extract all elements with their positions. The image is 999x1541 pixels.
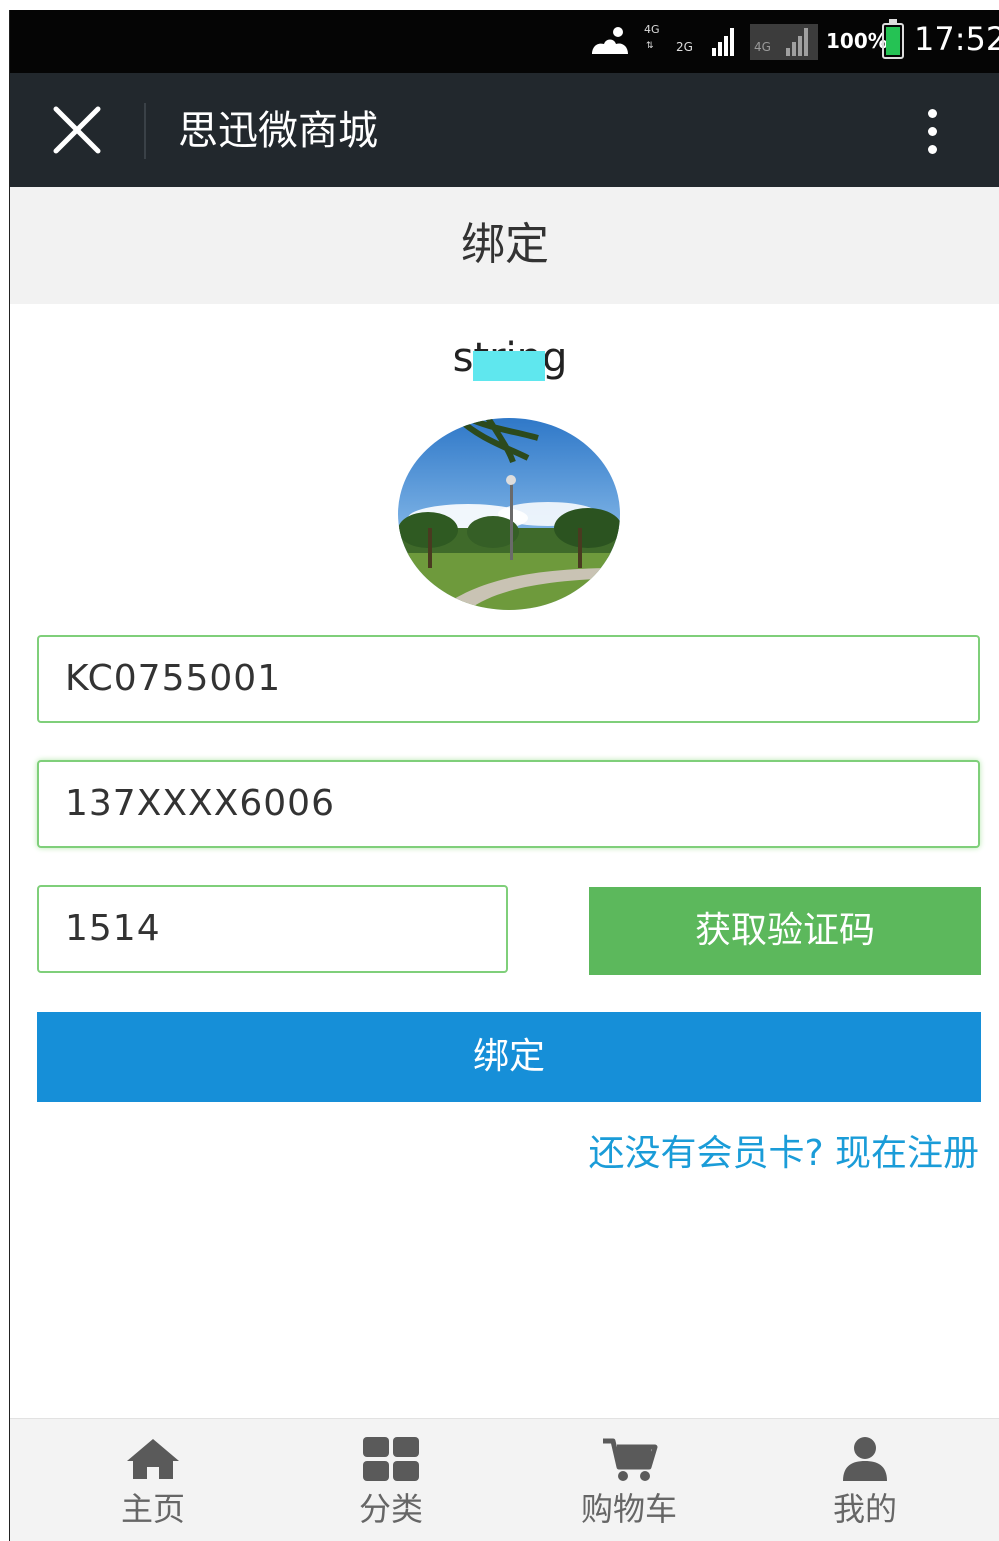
verification-code-input[interactable]: 1514 <box>37 885 508 973</box>
app-header: 思迅微商城 <box>10 73 999 187</box>
home-icon <box>127 1439 179 1479</box>
grid-icon <box>363 1437 419 1481</box>
bind-button[interactable]: 绑定 <box>37 1012 981 1102</box>
network-indicator: 4G ⇅ <box>642 24 666 60</box>
register-link[interactable]: 还没有会员卡? 现在注册 <box>588 1128 979 1180</box>
nav-label-home: 主页 <box>120 1490 185 1528</box>
bottom-nav: 主页 分类 购物车 我的 <box>10 1418 999 1541</box>
phone-input[interactable]: 137XXXX6006 <box>37 760 980 848</box>
signal-bars-icon <box>712 28 742 56</box>
data-activity-icon: ⇅ <box>646 41 654 51</box>
weather-cloud-icon <box>592 27 628 54</box>
phone-screen: 4G ⇅ 2G 4G 100% 17:52 思迅微商城 绑定 KC0755001… <box>9 10 999 1541</box>
nav-label-mine: 我的 <box>832 1490 897 1528</box>
nav-item-mine[interactable]: 我的 <box>785 1419 945 1541</box>
signal-2g-label: 2G <box>676 40 693 54</box>
clock: 17:52 <box>914 20 999 58</box>
user-icon <box>843 1437 887 1481</box>
avatar-image <box>398 418 620 610</box>
redaction-mark <box>473 351 545 381</box>
signal-bars-icon <box>786 28 816 56</box>
avatar <box>398 418 620 610</box>
page-title: 绑定 <box>461 219 549 270</box>
header-divider <box>144 103 146 159</box>
nav-label-cart: 购物车 <box>580 1490 677 1528</box>
signal-4g: 4G <box>750 24 818 60</box>
signal-2g: 2G <box>676 24 740 60</box>
app-title: 思迅微商城 <box>178 108 378 154</box>
network-type-label: 4G <box>644 23 660 36</box>
nav-label-category: 分类 <box>358 1490 423 1528</box>
status-bar: 4G ⇅ 2G 4G 100% 17:52 <box>10 10 999 73</box>
member-card-input[interactable]: KC0755001 <box>37 635 980 723</box>
battery-icon <box>882 19 904 59</box>
get-code-button[interactable]: 获取验证码 <box>589 887 981 975</box>
cart-icon <box>603 1438 658 1481</box>
nav-item-category[interactable]: 分类 <box>311 1419 471 1541</box>
more-options-icon[interactable] <box>914 101 950 161</box>
page-title-bar: 绑定 <box>10 187 999 304</box>
signal-4g-label: 4G <box>754 40 771 54</box>
nav-item-home[interactable]: 主页 <box>73 1419 233 1541</box>
nav-item-cart[interactable]: 购物车 <box>549 1419 709 1541</box>
battery-percent: 100% <box>826 29 888 53</box>
close-icon[interactable] <box>50 103 104 157</box>
